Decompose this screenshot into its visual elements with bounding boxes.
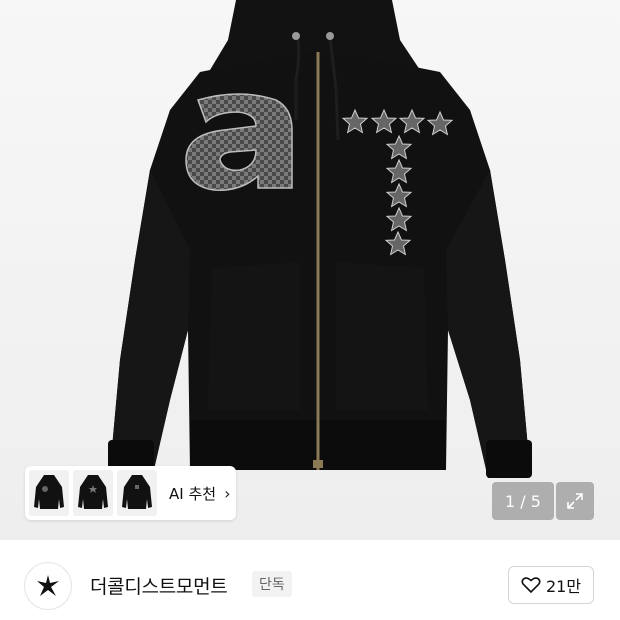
exclusive-badge: 단독 <box>252 571 292 597</box>
thumbnail-hoodie-detail[interactable] <box>117 470 157 516</box>
store-logo[interactable] <box>24 562 72 610</box>
expand-button[interactable] <box>556 482 594 520</box>
chevron-right-icon[interactable]: › <box>224 484 230 503</box>
ai-recommend-label[interactable]: AI 추천 <box>169 483 216 504</box>
ai-recommend-bar[interactable]: AI 추천 › <box>25 466 237 520</box>
expand-icon <box>567 493 583 509</box>
like-count: 21만 <box>545 577 582 596</box>
hoodie-detail-thumb-icon <box>122 475 152 509</box>
hoodie-front-thumb-icon <box>34 475 64 509</box>
product-image-hoodie <box>108 0 532 478</box>
image-counter: 1 / 5 <box>492 482 554 520</box>
thumbnail-hoodie-front[interactable] <box>29 470 69 516</box>
star-burst-logo-icon <box>37 575 59 596</box>
store-name[interactable]: 더콜디스트모먼트 <box>90 572 228 599</box>
product-image-gallery[interactable]: AI 추천 › 1 / 5 <box>0 0 620 540</box>
thumbnail-hoodie-back[interactable] <box>73 470 113 516</box>
hoodie-back-thumb-icon <box>78 475 108 509</box>
like-button[interactable]: 21만 <box>508 566 594 604</box>
heart-icon <box>521 576 541 594</box>
store-info-bar: 더콜디스트모먼트 단독 21만 <box>0 540 620 620</box>
